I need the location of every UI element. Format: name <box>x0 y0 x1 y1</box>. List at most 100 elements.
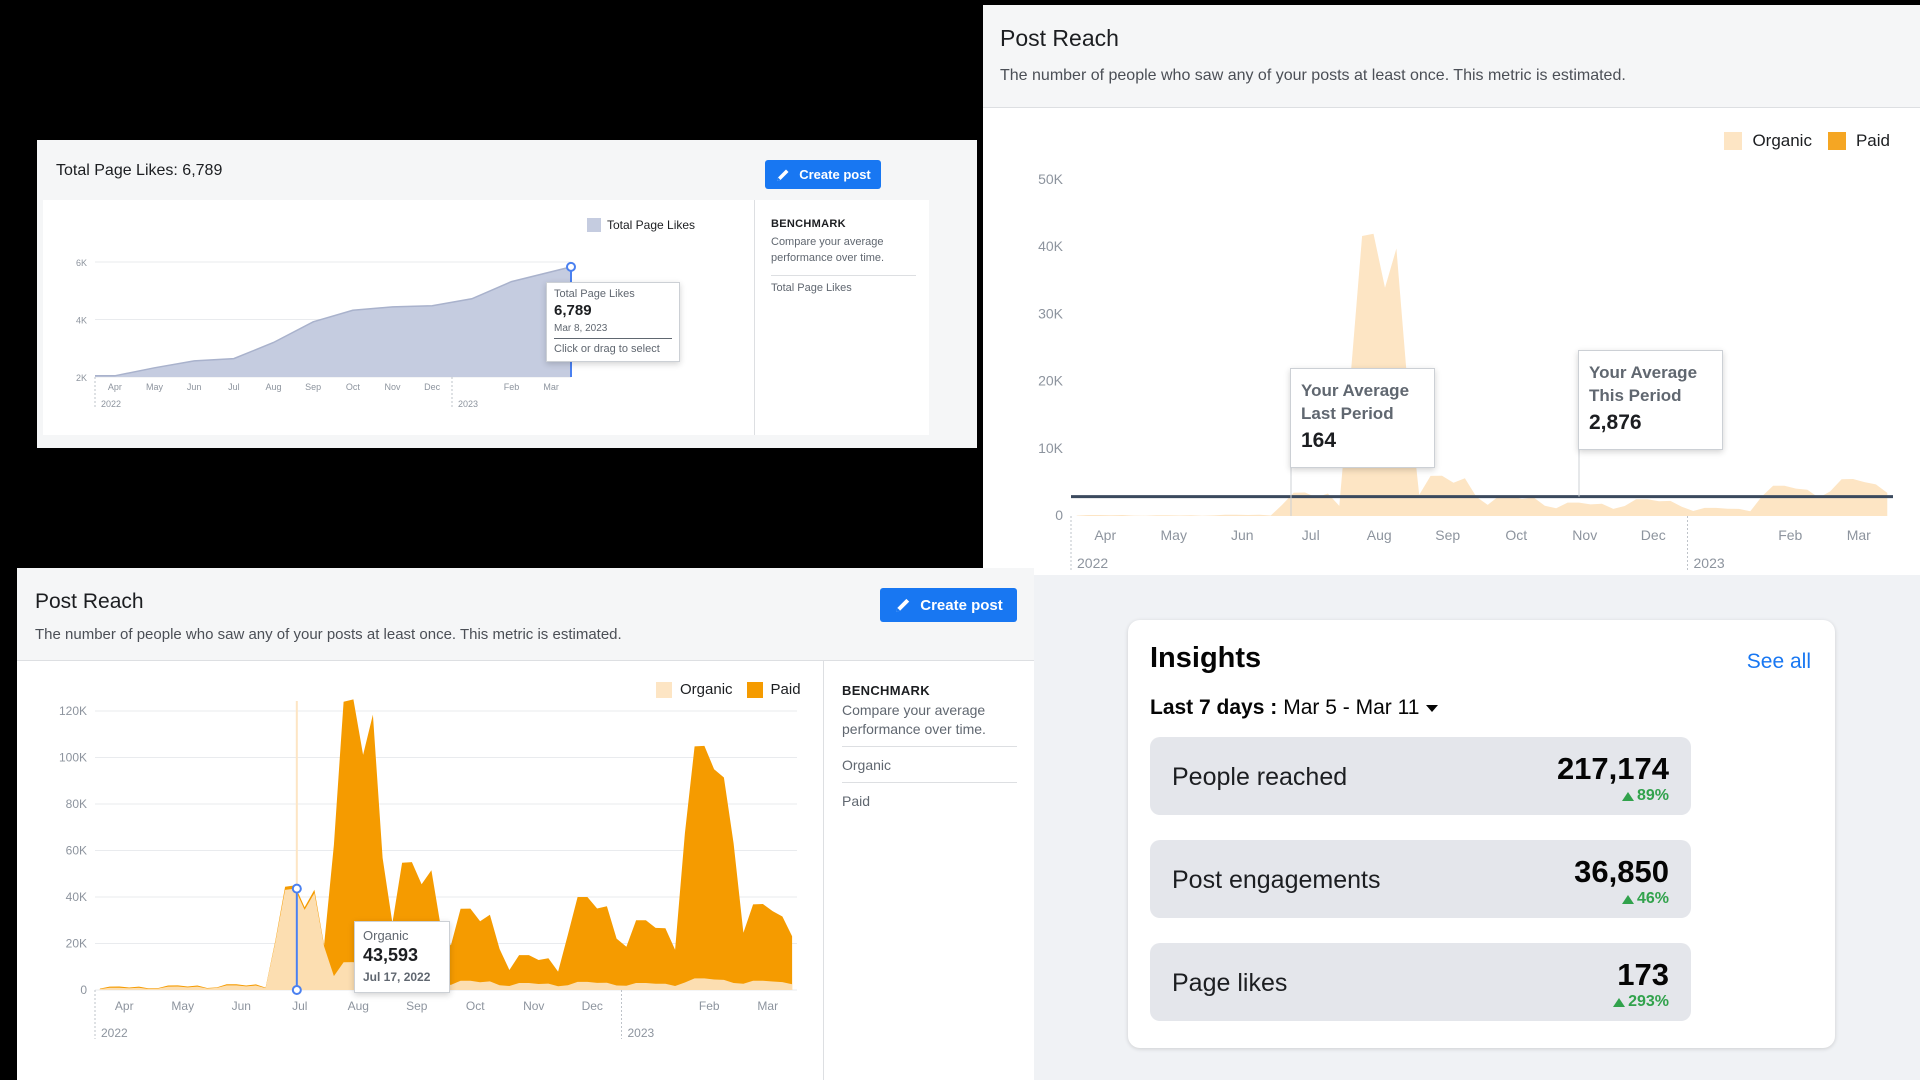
x-tick-label: Aug <box>265 382 281 392</box>
page-likes-panel: Total Page Likes: 6,789 Create post Tota… <box>37 140 977 448</box>
create-post-button[interactable]: Create post <box>880 588 1017 622</box>
x-tick-label: Dec <box>582 999 603 1013</box>
year-label: 2022 <box>101 399 121 409</box>
x-tick-label: Aug <box>1367 527 1392 543</box>
avg-this-label1: Your Average <box>1589 363 1698 382</box>
post-reach-average-panel: Post Reach The number of people who saw … <box>983 5 1920 575</box>
arrow-up-icon <box>1613 997 1626 1007</box>
metric-change: 293% <box>1613 993 1669 1011</box>
x-tick-label: Apr <box>108 382 122 392</box>
post-reach-chart[interactable]: 0 20K 40K 60K 80K 100K 120K Apr May Jun Jul Aug Sep O… <box>17 661 823 1080</box>
see-all-link[interactable]: See all <box>1747 650 1811 674</box>
x-tick-label: Nov <box>1572 527 1597 543</box>
create-post-button[interactable]: Create post <box>765 160 881 189</box>
y-tick-label: 60K <box>66 844 87 858</box>
metric-people-reached[interactable]: People reached 217,174 89% <box>1150 737 1691 815</box>
post-reach-title: Post Reach <box>1000 25 1119 51</box>
y-tick-label: 120K <box>59 704 87 718</box>
y-tick-label: 6K <box>76 258 87 268</box>
x-tick-label: Dec <box>1641 527 1666 543</box>
avg-this-label2: This Period <box>1589 386 1682 405</box>
y-tick-label: 80K <box>66 797 87 811</box>
metric-post-engagements[interactable]: Post engagements 36,850 46% <box>1150 840 1691 918</box>
y-tick-label: 2K <box>76 373 87 383</box>
x-tick-label: Aug <box>348 999 369 1013</box>
metric-label: People reached <box>1172 763 1348 791</box>
benchmark-description: Compare your average performance over ti… <box>842 702 986 737</box>
post-reach-panel: Post Reach The number of people who saw … <box>17 568 1034 1080</box>
year-label: 2023 <box>458 399 478 409</box>
y-tick-label: 50K <box>1038 171 1064 187</box>
tooltip-value: 6,789 <box>554 302 592 319</box>
y-tick-label: 10K <box>1038 440 1064 456</box>
y-tick-label: 0 <box>1055 507 1063 523</box>
post-reach-description: The number of people who saw any of your… <box>35 626 622 643</box>
metric-value: 173 <box>1617 957 1669 992</box>
benchmark-item-total-page-likes[interactable]: Total Page Likes <box>771 275 916 294</box>
date-range-selector[interactable]: Last 7 days : Mar 5 - Mar 11 <box>1150 696 1439 720</box>
year-label: 2023 <box>1694 555 1725 571</box>
year-label: 2022 <box>101 1026 128 1040</box>
metric-change: 46% <box>1621 890 1669 908</box>
x-tick-label: Sep <box>305 382 321 392</box>
post-reach-average-chart[interactable]: 0 10K 20K 30K 40K 50K Apr May Jun Jul Aug Sep Oct Nov… <box>983 108 1920 573</box>
x-tick-label: Dec <box>424 382 441 392</box>
x-tick-label: Nov <box>384 382 401 392</box>
x-tick-label: Jun <box>232 999 251 1013</box>
x-tick-label: Jul <box>228 382 240 392</box>
insights-card: Insights See all Last 7 days : Mar 5 - M… <box>1128 620 1835 1048</box>
x-tick-label: Mar <box>1847 527 1871 543</box>
benchmark-item-paid[interactable]: Paid <box>842 782 1017 809</box>
y-tick-label: 4K <box>76 316 87 326</box>
x-tick-label: Jun <box>1231 527 1254 543</box>
post-reach-average-header: Post Reach The number of people who saw … <box>983 5 1920 108</box>
arrow-up-icon <box>1621 894 1634 904</box>
y-tick-label: 100K <box>59 751 87 765</box>
pencil-icon <box>777 169 789 181</box>
range-label: Last 7 days : <box>1150 696 1278 719</box>
benchmark-sidebar: BENCHMARK Compare your average performan… <box>754 200 929 435</box>
range-value: Mar 5 - Mar 11 <box>1283 696 1420 719</box>
benchmark-item-organic[interactable]: Organic <box>842 746 1017 773</box>
x-tick-label: Sep <box>1435 527 1460 543</box>
metric-value: 217,174 <box>1556 751 1669 786</box>
series-area-total-page-likes <box>95 266 571 377</box>
metric-change: 89% <box>1621 787 1669 805</box>
avg-last-label1: Your Average <box>1301 381 1410 400</box>
tooltip-hint: Click or drag to select <box>554 343 660 355</box>
post-reach-description: The number of people who saw any of your… <box>1000 67 1626 84</box>
average-last-period-callout: Your Average Last Period 164 <box>1290 368 1435 468</box>
x-tick-label: Jun <box>187 382 202 392</box>
x-tick-label: Jul <box>1302 527 1320 543</box>
arrow-up-icon <box>1621 791 1634 801</box>
x-tick-label: Feb <box>504 382 520 392</box>
average-this-period-callout: Your Average This Period 2,876 <box>1578 350 1723 450</box>
benchmark-heading: BENCHMARK <box>771 218 846 230</box>
y-tick-label: 40K <box>1038 238 1064 254</box>
y-tick-label: 0 <box>80 983 87 997</box>
post-reach-tooltip: Organic 43,593 Jul 17, 2022 <box>354 921 450 993</box>
metric-page-likes[interactable]: Page likes 173 293% <box>1150 943 1691 1021</box>
metric-change-value: 293% <box>1628 993 1669 1010</box>
x-tick-label: Oct <box>1505 527 1527 543</box>
post-reach-title: Post Reach <box>35 590 144 613</box>
avg-last-value: 164 <box>1301 429 1337 452</box>
insights-title: Insights <box>1150 642 1262 674</box>
x-tick-label: Apr <box>1094 527 1116 543</box>
metric-value: 36,850 <box>1574 854 1669 889</box>
tooltip-label: Total Page Likes <box>554 288 635 300</box>
tooltip-date: Mar 8, 2023 <box>554 323 608 334</box>
create-post-label: Create post <box>920 596 1003 614</box>
avg-last-label2: Last Period <box>1301 404 1394 423</box>
hover-point <box>291 883 302 894</box>
caret-down-icon <box>1426 705 1439 712</box>
hover-base-point <box>291 985 302 995</box>
metric-change-value: 46% <box>1636 890 1669 907</box>
year-label: 2023 <box>628 1026 655 1040</box>
tooltip-label: Organic <box>363 928 409 943</box>
x-tick-label: Nov <box>523 999 544 1013</box>
y-tick-label: 20K <box>66 937 87 951</box>
x-tick-label: May <box>171 999 194 1013</box>
pencil-icon <box>896 598 910 612</box>
y-tick-label: 20K <box>1038 373 1064 389</box>
